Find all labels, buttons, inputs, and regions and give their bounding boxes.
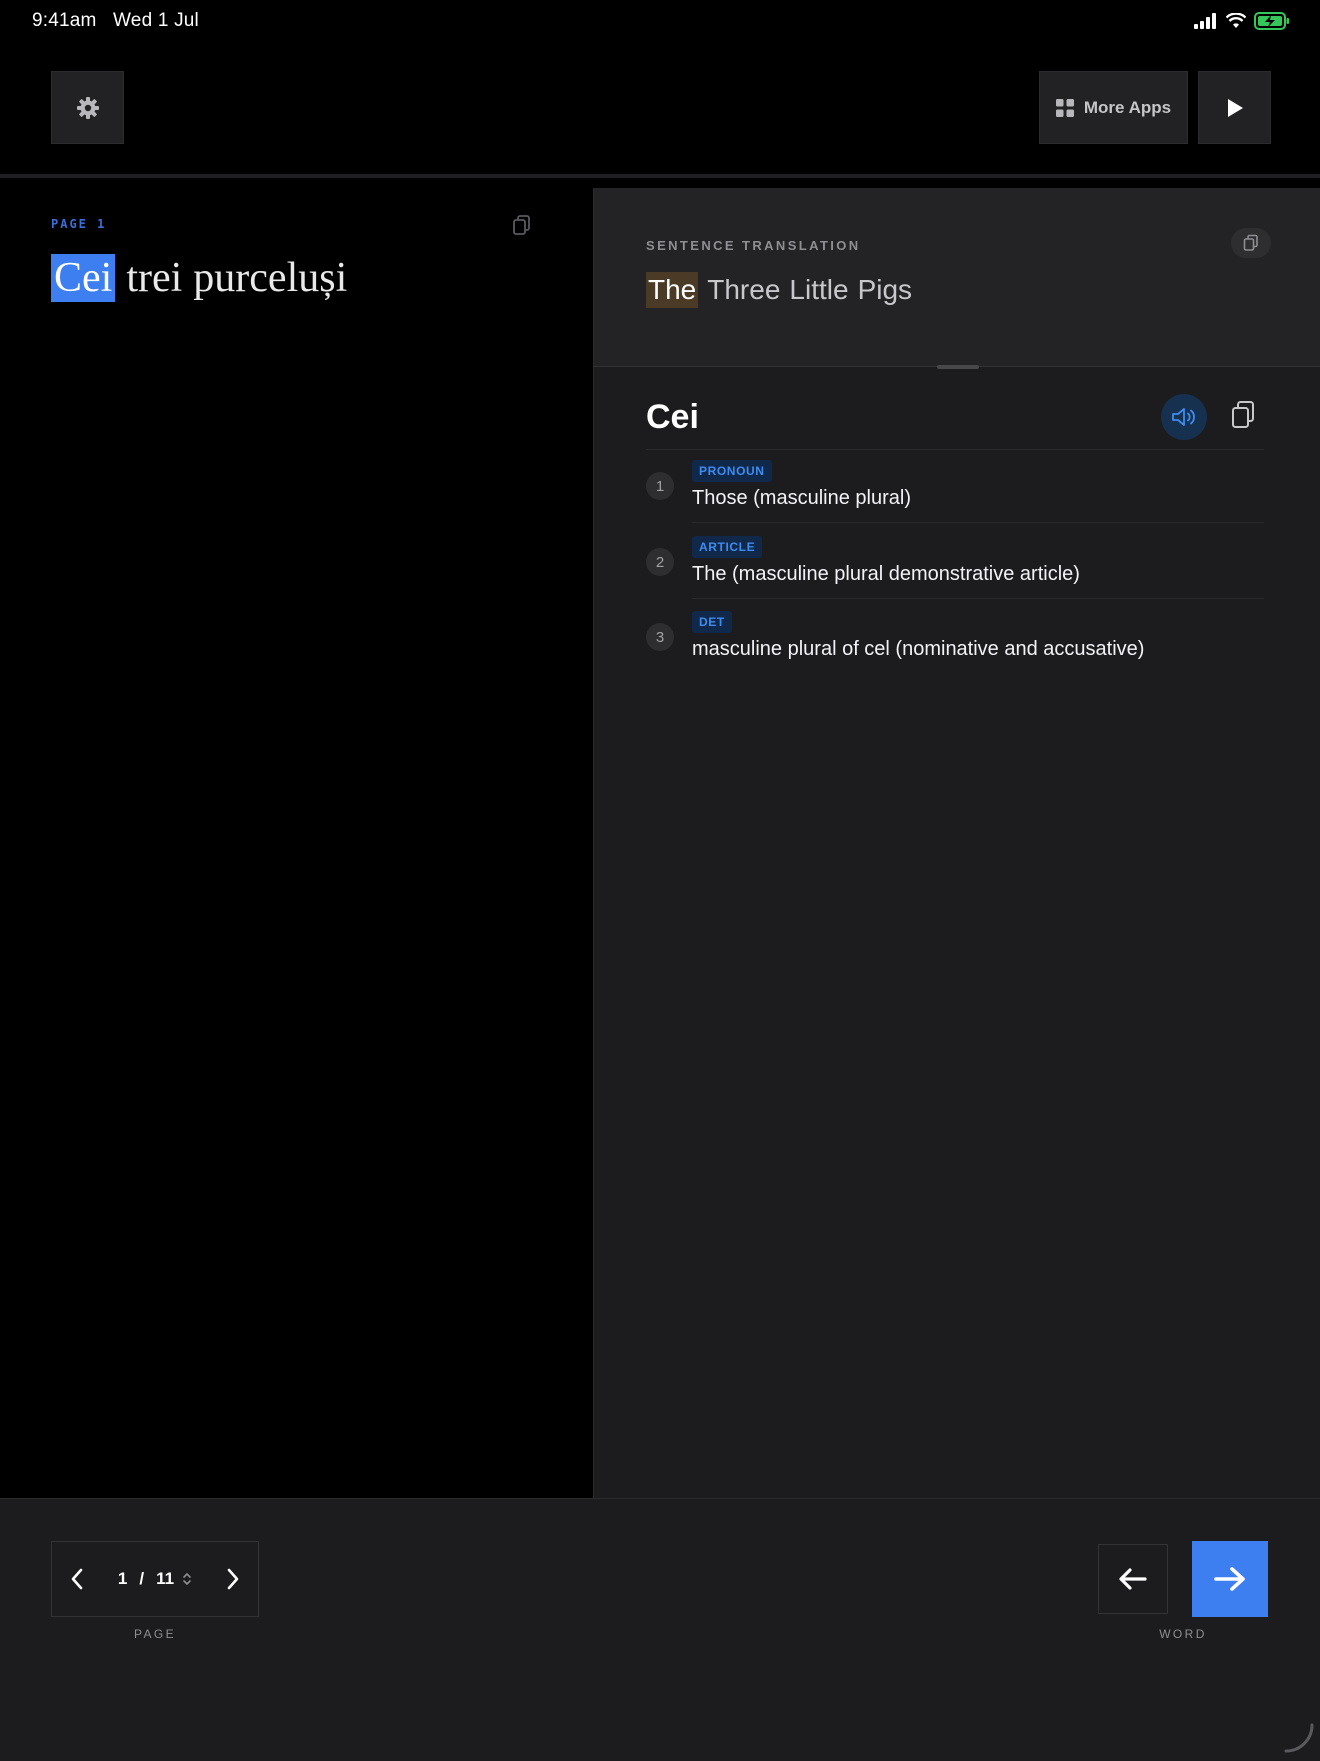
play-icon [1227,98,1243,117]
sentence-translation-card: SENTENCE TRANSLATION The Three Little Pi… [594,188,1320,366]
grid-icon [1055,98,1074,117]
page-selector[interactable]: 1 / 11 [118,1569,192,1589]
part-of-speech-badge: PRONOUN [692,460,772,482]
source-pane [0,188,593,1498]
definition-number: 3 [646,623,674,651]
copy-translation-button[interactable] [1231,228,1271,258]
speaker-icon [1172,408,1195,426]
status-icons [1194,12,1290,30]
definition-divider [692,522,1264,523]
arrow-right-icon [1214,1567,1245,1591]
signal-icon [1194,13,1216,29]
gear-icon [76,96,99,119]
resize-handle[interactable] [937,365,979,369]
more-apps-label: More Apps [1083,97,1172,117]
wifi-icon [1226,13,1246,28]
current-page: 1 [117,1569,128,1588]
page-label: PAGE 1 [51,217,107,231]
sentence-translation-label: SENTENCE TRANSLATION [646,238,861,253]
word-caption: WORD [1159,1627,1207,1641]
copy-icon [513,215,530,235]
page-pager: 1 / 11 [51,1541,259,1617]
next-word-button[interactable] [1192,1541,1268,1617]
translated-sentence: The Three Little Pigs [646,272,912,308]
status-time-date: 9:41am Wed 1 Jul [32,10,199,32]
source-word[interactable]: trei [126,254,182,302]
arrow-left-icon [1119,1568,1147,1590]
chevron-right-icon[interactable] [226,1568,240,1590]
translated-word[interactable]: The [646,272,699,308]
page-caption: PAGE [133,1627,177,1641]
resize-corner-icon [1284,1723,1314,1753]
more-apps-button[interactable]: More Apps [1039,71,1188,144]
copy-icon [1232,401,1254,428]
status-time: 9:41am [32,10,97,31]
translation-pane: SENTENCE TRANSLATION The Three Little Pi… [593,188,1320,1498]
definition-text: masculine plural of cel (nominative and … [692,638,1145,660]
definition-number: 2 [646,548,674,576]
bottom-navigation-bar: 1 / 11 PAGE WORD [0,1498,1320,1761]
source-sentence: Cei trei purceluși [51,254,347,302]
dictionary-word: Cei [646,398,699,436]
play-button[interactable] [1198,71,1271,144]
source-word[interactable]: Cei [51,254,116,302]
previous-word-button[interactable] [1098,1544,1168,1614]
copy-word-button[interactable] [1230,400,1256,435]
definition-text: The (masculine plural demonstrative arti… [692,563,1080,585]
definition-text: Those (masculine plural) [692,487,911,509]
page-separator: / [139,1569,145,1588]
definition-number: 1 [646,472,674,500]
toolbar-divider [0,174,1320,178]
settings-button[interactable] [51,71,124,144]
translated-word[interactable]: Pigs [858,274,912,306]
status-date: Wed 1 Jul [113,10,199,31]
source-word[interactable]: purceluși [193,254,347,302]
translated-word[interactable]: Little [789,274,848,306]
part-of-speech-badge: DET [692,611,732,633]
total-pages: 11 [156,1569,175,1588]
part-of-speech-badge: ARTICLE [692,536,763,558]
chevron-left-icon[interactable] [70,1568,84,1590]
battery-charging-icon [1254,12,1289,30]
word-divider [646,449,1264,450]
definition-divider [692,598,1264,599]
chevron-up-down-icon [183,1572,191,1586]
copy-source-button[interactable] [512,214,532,241]
translated-word[interactable]: Three [707,274,780,306]
copy-icon [1243,234,1258,251]
pronounce-button[interactable] [1161,394,1207,440]
